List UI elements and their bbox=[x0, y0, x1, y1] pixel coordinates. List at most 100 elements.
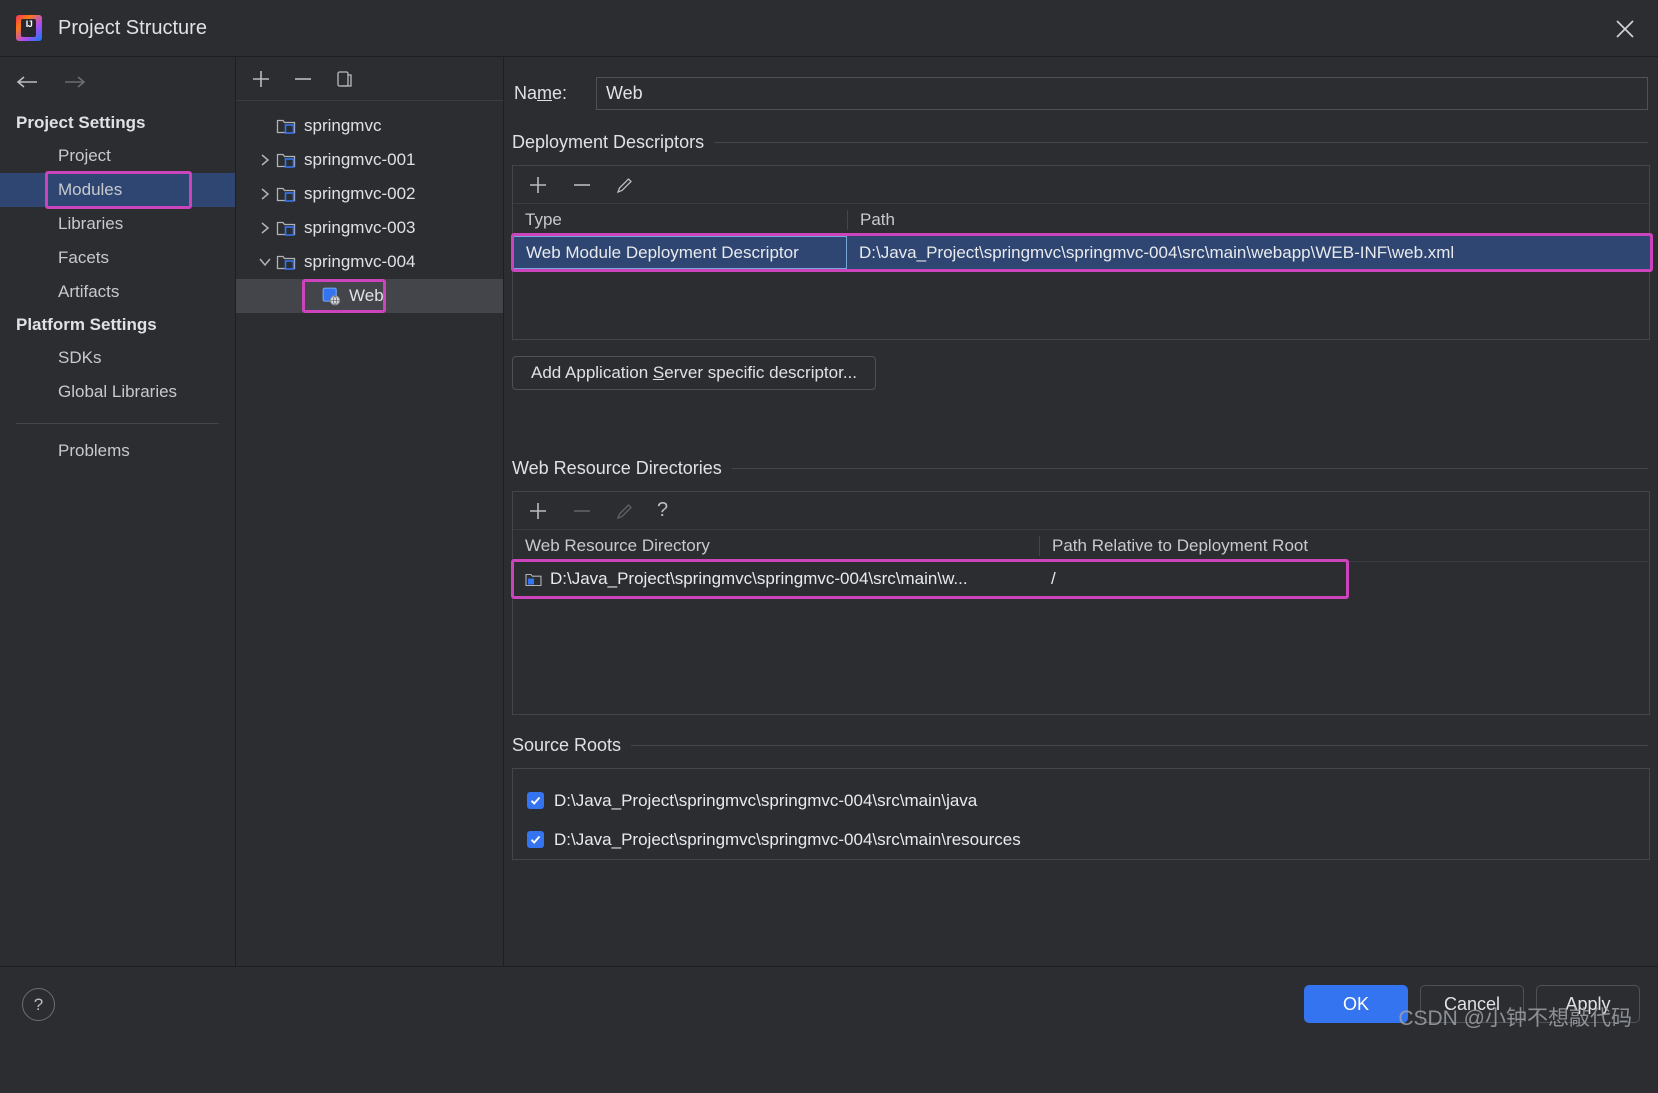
sidebar-item-libraries[interactable]: Libraries bbox=[0, 207, 235, 241]
pencil-icon[interactable] bbox=[615, 175, 635, 195]
cell-web-resource-directory[interactable]: D:\Java_Project\springmvc\springmvc-004\… bbox=[513, 563, 1039, 596]
chevron-right-icon[interactable] bbox=[254, 187, 276, 201]
ok-button[interactable]: OK bbox=[1304, 985, 1408, 1023]
source-root-path: D:\Java_Project\springmvc\springmvc-004\… bbox=[554, 790, 978, 810]
sidebar-item-sdks[interactable]: SDKs bbox=[0, 341, 235, 375]
sidebar-group-platform-settings: Platform Settings bbox=[16, 315, 157, 334]
tree-row-springmvc-002[interactable]: springmvc-002 bbox=[236, 177, 503, 211]
deployment-descriptors-toolbar bbox=[513, 166, 1649, 204]
chevron-right-icon[interactable] bbox=[254, 153, 276, 167]
tree-row-label: springmvc-004 bbox=[304, 252, 416, 271]
sidebar-item-modules-label: Modules bbox=[58, 180, 123, 199]
footer-buttons: OK Cancel Apply bbox=[1304, 985, 1640, 1023]
tree-row-label: springmvc-003 bbox=[304, 218, 416, 237]
module-icon bbox=[276, 185, 296, 203]
column-header-type[interactable]: Type bbox=[513, 210, 847, 230]
copy-icon[interactable] bbox=[334, 69, 354, 89]
settings-sidebar: Project Settings Project Modules Librari… bbox=[0, 57, 236, 966]
plus-icon[interactable] bbox=[250, 68, 272, 90]
web-resource-directories-header-row: Web Resource Directory Path Relative to … bbox=[513, 530, 1649, 562]
minus-icon[interactable] bbox=[292, 68, 314, 90]
web-resource-directories-title: Web Resource Directories bbox=[512, 458, 722, 478]
tree-row-web[interactable]: Web bbox=[236, 279, 503, 313]
cell-relative-path[interactable]: / bbox=[1039, 563, 1649, 596]
source-root-checkbox[interactable] bbox=[527, 831, 544, 848]
name-label: Name: bbox=[514, 83, 568, 103]
sidebar-item-artifacts[interactable]: Artifacts bbox=[0, 275, 235, 309]
tree-row-springmvc-003[interactable]: springmvc-003 bbox=[236, 211, 503, 245]
arrow-right-icon[interactable] bbox=[62, 73, 88, 91]
section-divider bbox=[631, 745, 1648, 746]
web-resource-directories-toolbar: ? bbox=[513, 492, 1649, 530]
deployment-descriptors-header-row: Type Path bbox=[513, 204, 1649, 236]
modules-tree-list: springmvc springmvc-001 springmvc-002 sp… bbox=[236, 101, 503, 313]
source-root-checkbox[interactable] bbox=[527, 792, 544, 809]
sidebar-group-project-settings: Project Settings bbox=[16, 113, 146, 132]
pencil-icon bbox=[615, 501, 635, 521]
deployment-descriptors-table: Type Path Web Module Deployment Descript… bbox=[511, 165, 1653, 340]
sidebar-item-facets[interactable]: Facets bbox=[0, 241, 235, 275]
column-header-path[interactable]: Path bbox=[847, 209, 1649, 230]
web-facet-icon bbox=[322, 287, 341, 306]
logo-text: IJ bbox=[25, 19, 33, 29]
intellij-logo-icon: IJ bbox=[16, 15, 42, 41]
plus-icon[interactable] bbox=[527, 174, 549, 196]
title-bar: IJ Project Structure bbox=[0, 0, 1658, 57]
tree-row-springmvc-001[interactable]: springmvc-001 bbox=[236, 143, 503, 177]
tree-row-label: springmvc-001 bbox=[304, 150, 416, 169]
web-resource-directories-table: ? Web Resource Directory Path Relative t… bbox=[511, 491, 1650, 715]
window-title: Project Structure bbox=[58, 16, 207, 39]
source-roots-list: D:\Java_Project\springmvc\springmvc-004\… bbox=[512, 768, 1650, 860]
table-row[interactable]: Web Module Deployment Descriptor D:\Java… bbox=[511, 233, 1653, 272]
chevron-down-icon[interactable] bbox=[254, 256, 276, 268]
tree-row-label: Web bbox=[349, 286, 384, 305]
sidebar-item-global-libraries[interactable]: Global Libraries bbox=[0, 375, 235, 409]
close-icon[interactable] bbox=[1608, 12, 1642, 46]
navigation-arrows bbox=[0, 57, 235, 107]
module-icon bbox=[276, 219, 296, 237]
name-input[interactable] bbox=[596, 77, 1648, 110]
modules-tree-panel: springmvc springmvc-001 springmvc-002 sp… bbox=[236, 57, 504, 966]
module-settings-content: Name: Deployment Descriptors bbox=[504, 57, 1658, 966]
tree-row-springmvc-004[interactable]: springmvc-004 bbox=[236, 245, 503, 279]
module-icon bbox=[276, 253, 296, 271]
table-row[interactable]: D:\Java_Project\springmvc\springmvc-004\… bbox=[511, 559, 1649, 599]
chevron-right-icon[interactable] bbox=[254, 221, 276, 235]
folder-icon bbox=[525, 572, 542, 587]
column-header-web-resource-directory[interactable]: Web Resource Directory bbox=[513, 536, 1039, 556]
deployment-descriptors-title: Deployment Descriptors bbox=[512, 132, 705, 152]
add-application-server-descriptor-button[interactable]: Add Application Server specific descript… bbox=[512, 356, 877, 390]
apply-button[interactable]: Apply bbox=[1536, 985, 1640, 1023]
tree-row-springmvc[interactable]: springmvc bbox=[236, 109, 503, 143]
module-icon bbox=[276, 117, 296, 135]
cell-path[interactable]: D:\Java_Project\springmvc\springmvc-004\… bbox=[847, 236, 1649, 269]
sidebar-divider bbox=[16, 423, 219, 424]
column-header-path-relative[interactable]: Path Relative to Deployment Root bbox=[1039, 535, 1649, 556]
source-roots-header: Source Roots bbox=[504, 715, 1658, 756]
cancel-button[interactable]: Cancel bbox=[1420, 985, 1524, 1023]
section-divider bbox=[731, 468, 1648, 469]
sidebar-item-problems[interactable]: Problems bbox=[0, 434, 235, 468]
name-field-row: Name: bbox=[504, 57, 1658, 110]
tree-row-label: springmvc bbox=[304, 116, 382, 135]
plus-icon[interactable] bbox=[527, 500, 549, 522]
deployment-descriptors-empty-space bbox=[513, 269, 1649, 339]
minus-icon[interactable] bbox=[571, 174, 593, 196]
source-root-path: D:\Java_Project\springmvc\springmvc-004\… bbox=[554, 829, 1021, 849]
sidebar-item-modules[interactable]: Modules bbox=[0, 171, 235, 209]
modules-tree-toolbar bbox=[236, 57, 503, 101]
sidebar-item-project[interactable]: Project bbox=[0, 139, 235, 173]
list-item[interactable]: D:\Java_Project\springmvc\springmvc-004\… bbox=[513, 820, 1649, 859]
cell-type[interactable]: Web Module Deployment Descriptor bbox=[513, 236, 847, 269]
dialog-footer: ? OK Cancel Apply bbox=[0, 966, 1658, 1093]
module-icon bbox=[276, 151, 296, 169]
list-item[interactable]: D:\Java_Project\springmvc\springmvc-004\… bbox=[513, 781, 1649, 820]
minus-icon bbox=[571, 500, 593, 522]
project-structure-dialog: IJ Project Structure Project Settings Pr… bbox=[0, 0, 1658, 1093]
section-divider bbox=[714, 142, 1648, 143]
arrow-left-icon[interactable] bbox=[14, 73, 40, 91]
web-resource-directories-empty-space bbox=[513, 596, 1649, 714]
question-icon[interactable]: ? bbox=[657, 499, 668, 522]
deployment-descriptors-header: Deployment Descriptors bbox=[504, 110, 1658, 153]
help-icon[interactable]: ? bbox=[22, 988, 55, 1021]
